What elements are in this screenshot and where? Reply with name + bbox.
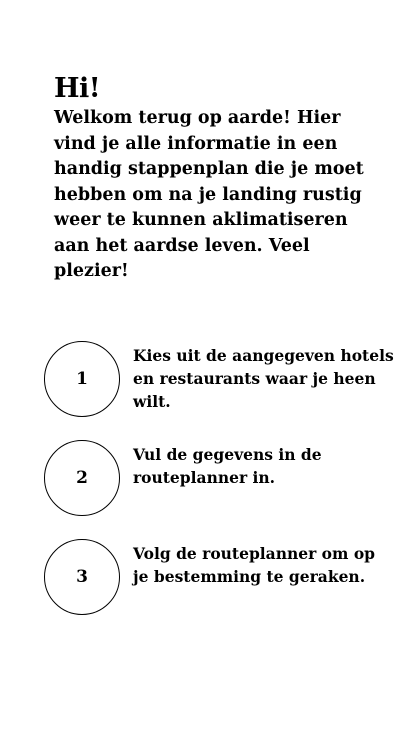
step-number-circle: 2 bbox=[44, 440, 120, 516]
step-description: Vul de gegevens in de routeplanner in. bbox=[133, 445, 322, 487]
greeting-title: Hi! bbox=[54, 73, 101, 104]
step-number-circle: 3 bbox=[44, 539, 120, 615]
step-description: Kies uit de aangegeven hotels en restaur… bbox=[133, 346, 394, 411]
welcome-text: Welkom terug op aarde! Hier vind je alle… bbox=[54, 108, 364, 281]
step-number-circle: 1 bbox=[44, 341, 120, 417]
intro-section: Hi! Welkom terug op aarde! Hier vind je … bbox=[54, 72, 374, 285]
step-description: Volg de routeplanner om op je bestemming… bbox=[133, 544, 375, 586]
